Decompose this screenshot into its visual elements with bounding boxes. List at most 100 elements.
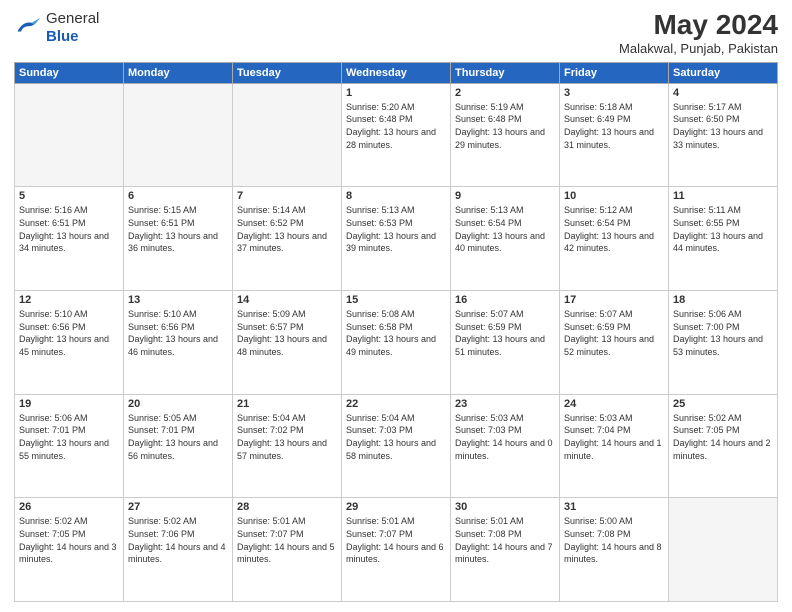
calendar-cell: 11 Sunrise: 5:11 AM Sunset: 6:55 PM Dayli… bbox=[669, 187, 778, 291]
col-monday: Monday bbox=[124, 62, 233, 83]
calendar-cell bbox=[124, 83, 233, 187]
logo: General Blue bbox=[14, 10, 99, 46]
day-info: Sunrise: 5:08 AM Sunset: 6:58 PM Dayligh… bbox=[346, 308, 446, 358]
calendar-cell: 12 Sunrise: 5:10 AM Sunset: 6:56 PM Dayli… bbox=[15, 291, 124, 395]
calendar-cell: 14Sunrise: 5:09 AM Sunset: 6:57 PM Dayli… bbox=[233, 291, 342, 395]
day-info: Sunrise: 5:05 AM Sunset: 7:01 PM Dayligh… bbox=[128, 412, 228, 462]
day-number: 1 bbox=[346, 87, 446, 99]
day-number: 13 bbox=[128, 294, 228, 306]
calendar-cell: 20 Sunrise: 5:05 AM Sunset: 7:01 PM Dayli… bbox=[124, 394, 233, 498]
day-number: 29 bbox=[346, 501, 446, 513]
day-number: 3 bbox=[564, 87, 664, 99]
day-info: Sunrise: 5:06 AM Sunset: 7:01 PM Dayligh… bbox=[19, 412, 119, 462]
day-info: Sunrise: 5:03 AM Sunset: 7:03 PM Dayligh… bbox=[455, 412, 555, 462]
day-number: 30 bbox=[455, 501, 555, 513]
calendar-week-1: 1 Sunrise: 5:20 AM Sunset: 6:48 PM Daylig… bbox=[15, 83, 778, 187]
day-number: 8 bbox=[346, 190, 446, 202]
header: General Blue May 2024 Malakwal, Punjab, … bbox=[14, 10, 778, 56]
day-number: 11 bbox=[673, 190, 773, 202]
calendar-cell: 1 Sunrise: 5:20 AM Sunset: 6:48 PM Daylig… bbox=[342, 83, 451, 187]
day-number: 26 bbox=[19, 501, 119, 513]
day-info: Sunrise: 5:15 AM Sunset: 6:51 PM Dayligh… bbox=[128, 204, 228, 254]
col-friday: Friday bbox=[560, 62, 669, 83]
day-info: Sunrise: 5:18 AM Sunset: 6:49 PM Dayligh… bbox=[564, 101, 664, 151]
day-number: 20 bbox=[128, 398, 228, 410]
day-info: Sunrise: 5:14 AM Sunset: 6:52 PM Dayligh… bbox=[237, 204, 337, 254]
logo-text: General Blue bbox=[46, 10, 99, 46]
day-info: Sunrise: 5:20 AM Sunset: 6:48 PM Dayligh… bbox=[346, 101, 446, 151]
day-number: 7 bbox=[237, 190, 337, 202]
calendar-cell bbox=[233, 83, 342, 187]
calendar-cell: 2Sunrise: 5:19 AM Sunset: 6:48 PM Daylig… bbox=[451, 83, 560, 187]
calendar-cell: 26 Sunrise: 5:02 AM Sunset: 7:05 PM Dayli… bbox=[15, 498, 124, 602]
day-info: Sunrise: 5:06 AM Sunset: 7:00 PM Dayligh… bbox=[673, 308, 773, 358]
day-info: Sunrise: 5:02 AM Sunset: 7:05 PM Dayligh… bbox=[673, 412, 773, 462]
day-info: Sunrise: 5:03 AM Sunset: 7:04 PM Dayligh… bbox=[564, 412, 664, 462]
day-info: Sunrise: 5:02 AM Sunset: 7:06 PM Dayligh… bbox=[128, 515, 228, 565]
col-saturday: Saturday bbox=[669, 62, 778, 83]
day-info: Sunrise: 5:02 AM Sunset: 7:05 PM Dayligh… bbox=[19, 515, 119, 565]
day-number: 6 bbox=[128, 190, 228, 202]
day-number: 5 bbox=[19, 190, 119, 202]
location: Malakwal, Punjab, Pakistan bbox=[619, 41, 778, 56]
day-number: 19 bbox=[19, 398, 119, 410]
day-info: Sunrise: 5:04 AM Sunset: 7:03 PM Dayligh… bbox=[346, 412, 446, 462]
calendar-cell: 15 Sunrise: 5:08 AM Sunset: 6:58 PM Dayli… bbox=[342, 291, 451, 395]
day-number: 10 bbox=[564, 190, 664, 202]
day-number: 9 bbox=[455, 190, 555, 202]
day-info: Sunrise: 5:12 AM Sunset: 6:54 PM Dayligh… bbox=[564, 204, 664, 254]
day-number: 17 bbox=[564, 294, 664, 306]
page-container: General Blue May 2024 Malakwal, Punjab, … bbox=[0, 0, 792, 612]
day-number: 22 bbox=[346, 398, 446, 410]
day-number: 16 bbox=[455, 294, 555, 306]
day-info: Sunrise: 5:01 AM Sunset: 7:07 PM Dayligh… bbox=[346, 515, 446, 565]
calendar-cell: 23 Sunrise: 5:03 AM Sunset: 7:03 PM Dayli… bbox=[451, 394, 560, 498]
day-info: Sunrise: 5:01 AM Sunset: 7:07 PM Dayligh… bbox=[237, 515, 337, 565]
calendar-cell: 13 Sunrise: 5:10 AM Sunset: 6:56 PM Dayli… bbox=[124, 291, 233, 395]
logo-bird-icon bbox=[14, 14, 42, 42]
day-number: 15 bbox=[346, 294, 446, 306]
header-row: Sunday Monday Tuesday Wednesday Thursday… bbox=[15, 62, 778, 83]
day-info: Sunrise: 5:10 AM Sunset: 6:56 PM Dayligh… bbox=[128, 308, 228, 358]
calendar-cell: 3 Sunrise: 5:18 AM Sunset: 6:49 PM Daylig… bbox=[560, 83, 669, 187]
day-info: Sunrise: 5:07 AM Sunset: 6:59 PM Dayligh… bbox=[564, 308, 664, 358]
day-info: Sunrise: 5:11 AM Sunset: 6:55 PM Dayligh… bbox=[673, 204, 773, 254]
calendar-table: Sunday Monday Tuesday Wednesday Thursday… bbox=[14, 62, 778, 602]
logo-blue: Blue bbox=[46, 28, 99, 46]
day-number: 12 bbox=[19, 294, 119, 306]
day-number: 18 bbox=[673, 294, 773, 306]
day-number: 27 bbox=[128, 501, 228, 513]
calendar-cell: 17 Sunrise: 5:07 AM Sunset: 6:59 PM Dayli… bbox=[560, 291, 669, 395]
calendar-cell: 16Sunrise: 5:07 AM Sunset: 6:59 PM Dayli… bbox=[451, 291, 560, 395]
calendar-cell: 25 Sunrise: 5:02 AM Sunset: 7:05 PM Dayli… bbox=[669, 394, 778, 498]
calendar-cell: 27 Sunrise: 5:02 AM Sunset: 7:06 PM Dayli… bbox=[124, 498, 233, 602]
calendar-cell: 31Sunrise: 5:00 AM Sunset: 7:08 PM Dayli… bbox=[560, 498, 669, 602]
col-sunday: Sunday bbox=[15, 62, 124, 83]
calendar-cell: 24Sunrise: 5:03 AM Sunset: 7:04 PM Dayli… bbox=[560, 394, 669, 498]
day-number: 23 bbox=[455, 398, 555, 410]
calendar-cell: 10 Sunrise: 5:12 AM Sunset: 6:54 PM Dayli… bbox=[560, 187, 669, 291]
day-number: 14 bbox=[237, 294, 337, 306]
col-wednesday: Wednesday bbox=[342, 62, 451, 83]
day-number: 28 bbox=[237, 501, 337, 513]
calendar-cell: 22 Sunrise: 5:04 AM Sunset: 7:03 PM Dayli… bbox=[342, 394, 451, 498]
day-info: Sunrise: 5:13 AM Sunset: 6:53 PM Dayligh… bbox=[346, 204, 446, 254]
calendar-cell: 9Sunrise: 5:13 AM Sunset: 6:54 PM Daylig… bbox=[451, 187, 560, 291]
month-year: May 2024 bbox=[619, 10, 778, 41]
day-number: 25 bbox=[673, 398, 773, 410]
calendar-header: Sunday Monday Tuesday Wednesday Thursday… bbox=[15, 62, 778, 83]
calendar-cell bbox=[669, 498, 778, 602]
day-info: Sunrise: 5:04 AM Sunset: 7:02 PM Dayligh… bbox=[237, 412, 337, 462]
calendar-week-5: 26 Sunrise: 5:02 AM Sunset: 7:05 PM Dayli… bbox=[15, 498, 778, 602]
day-number: 31 bbox=[564, 501, 664, 513]
day-info: Sunrise: 5:10 AM Sunset: 6:56 PM Dayligh… bbox=[19, 308, 119, 358]
calendar-cell: 19 Sunrise: 5:06 AM Sunset: 7:01 PM Dayli… bbox=[15, 394, 124, 498]
day-info: Sunrise: 5:01 AM Sunset: 7:08 PM Dayligh… bbox=[455, 515, 555, 565]
calendar-cell: 7 Sunrise: 5:14 AM Sunset: 6:52 PM Daylig… bbox=[233, 187, 342, 291]
title-block: May 2024 Malakwal, Punjab, Pakistan bbox=[619, 10, 778, 56]
col-thursday: Thursday bbox=[451, 62, 560, 83]
calendar-cell bbox=[15, 83, 124, 187]
calendar-week-4: 19 Sunrise: 5:06 AM Sunset: 7:01 PM Dayli… bbox=[15, 394, 778, 498]
day-number: 21 bbox=[237, 398, 337, 410]
calendar-cell: 5Sunrise: 5:16 AM Sunset: 6:51 PM Daylig… bbox=[15, 187, 124, 291]
